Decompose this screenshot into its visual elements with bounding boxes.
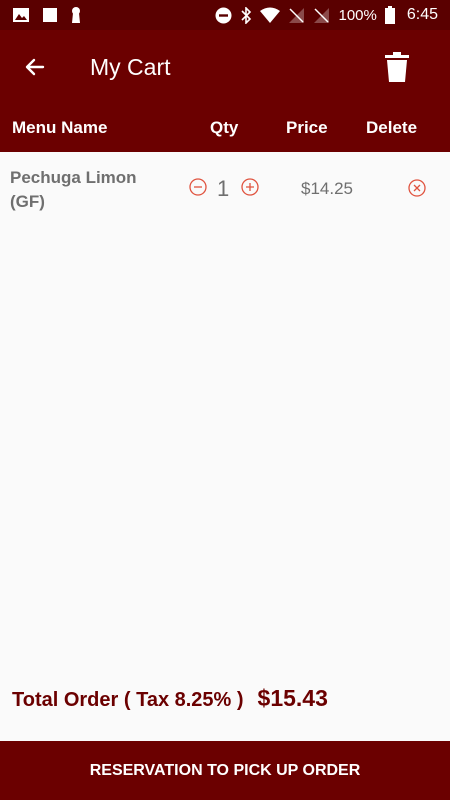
column-header-delete: Delete: [366, 118, 418, 137]
order-total: Total Order ( Tax 8.25% ) $15.43: [12, 685, 328, 712]
cart-item-row: Pechuga Limon (GF) 1 $14.25: [0, 152, 450, 224]
column-header-menu-name: Menu Name: [12, 118, 108, 137]
page-title: My Cart: [90, 53, 171, 80]
total-label: Total Order ( Tax 8.25% ): [12, 689, 244, 711]
trash-icon: [385, 52, 409, 82]
square-icon: [43, 8, 57, 22]
dnd-icon: [215, 7, 232, 23]
battery-icon: [384, 6, 395, 24]
no-signal-icon: [314, 7, 330, 23]
image-icon: [13, 8, 29, 22]
clock: 6:45: [406, 6, 438, 23]
battery-percentage: 100%: [338, 6, 377, 24]
bluetooth-icon: [241, 6, 252, 24]
clear-cart-button[interactable]: [362, 30, 432, 104]
quantity-value: 1: [217, 176, 230, 201]
total-value: $15.43: [257, 685, 328, 711]
reservation-pickup-button[interactable]: RESERVATION TO PICK UP ORDER: [0, 741, 450, 800]
decrease-quantity-icon[interactable]: [189, 178, 207, 196]
increase-quantity-icon[interactable]: [241, 178, 259, 196]
status-bar: 100% 6:45: [0, 0, 450, 30]
item-name: Pechuga Limon (GF): [10, 168, 137, 211]
column-header-price: Price: [286, 118, 328, 137]
arrow-left-icon: [25, 58, 45, 76]
no-signal-icon: [289, 7, 305, 23]
item-price: $14.25: [301, 179, 353, 198]
table-header: Menu Name Qty Price Delete: [0, 104, 450, 152]
column-header-qty: Qty: [210, 118, 239, 137]
app-bar: My Cart: [0, 30, 450, 104]
back-button[interactable]: [0, 30, 70, 104]
delete-item-icon[interactable]: [408, 179, 426, 197]
keyhole-icon: [72, 7, 80, 23]
wifi-icon: [260, 7, 281, 23]
